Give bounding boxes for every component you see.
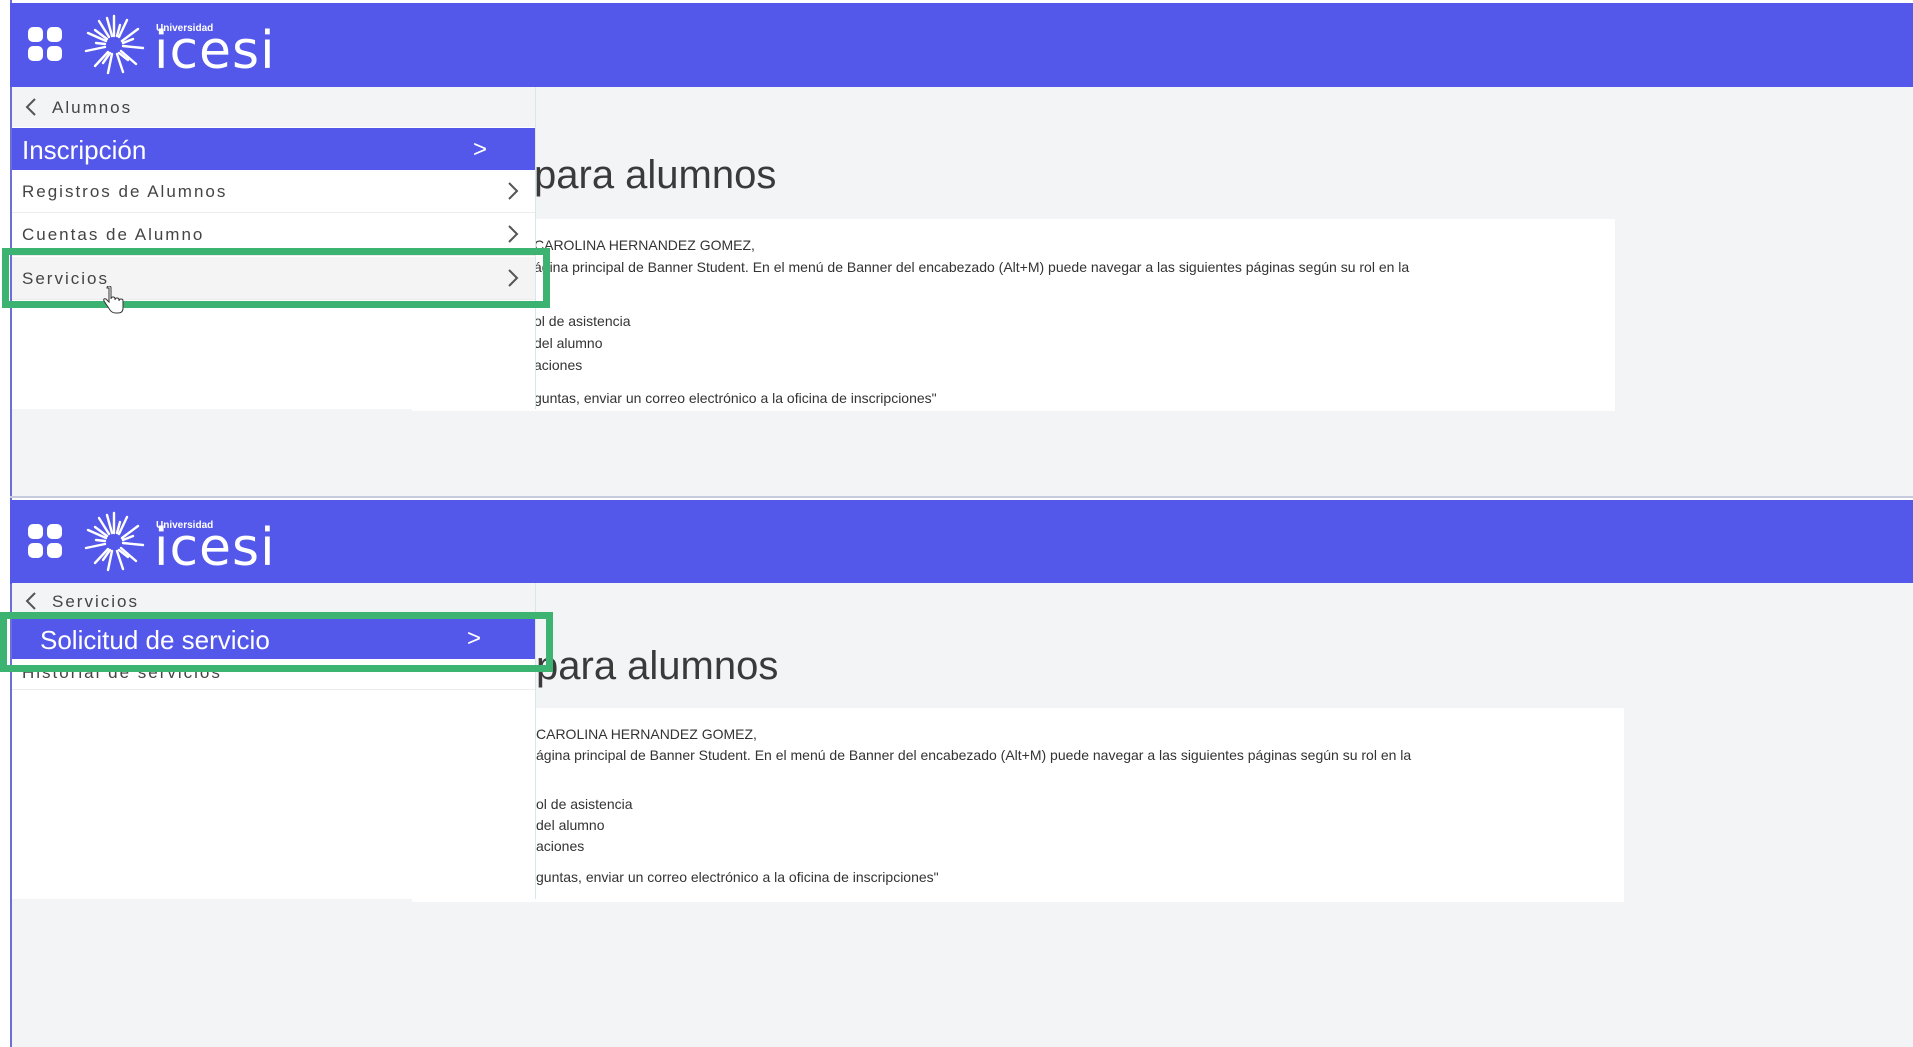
page-title: para alumnos [534,153,777,197]
menu-item-label: Cuentas de Alumno [22,225,205,244]
chevron-left-icon [25,98,36,116]
contact-note: guntas, enviar un correo electrónico a l… [536,869,939,885]
chevron-right-icon [508,225,519,243]
chevron-left-icon [25,592,36,610]
app-grid-icon[interactable] [28,524,64,560]
app-header: Universidad icesi [10,3,1913,87]
welcome-line: CAROLINA HERNANDEZ GOMEZ, [536,726,757,742]
role-link[interactable]: ol de asistencia [534,313,631,329]
role-link[interactable]: del alumno [534,335,603,351]
app-grid-icon[interactable] [28,27,64,63]
welcome-line: ágina principal de Banner Student. En el… [536,747,1412,763]
chevron-right-icon [508,182,519,200]
role-link[interactable]: aciones [534,357,582,373]
role-link[interactable]: ol de asistencia [536,796,633,812]
role-link[interactable]: aciones [536,838,584,854]
highlight-box-servicios [2,248,550,308]
menu-back-label: Servicios [52,592,139,611]
menu-item-label: Registros de Alumnos [22,182,228,201]
screenshot-step-1: Universidad icesi para alumnos CAROLINA … [0,0,1913,496]
role-link[interactable]: del alumno [536,817,605,833]
contact-note: guntas, enviar un correo electrónico a l… [534,390,937,406]
page-title: para alumnos [536,644,779,688]
highlight-box-solicitud-de-servicio [0,612,553,672]
menu-back-button[interactable]: Alumnos [12,87,535,127]
menu-back-label: Alumnos [52,98,133,117]
welcome-line: CAROLINA HERNANDEZ GOMEZ, [534,237,755,253]
app-header: Universidad icesi [10,500,1913,584]
menu-item-inscripcion[interactable]: Inscripción > [12,128,535,170]
icesi-burst-logo-icon [84,511,145,572]
menu-item-registros-de-alumnos[interactable]: Registros de Alumnos [12,170,535,213]
screenshot-step-2: Universidad icesi para alumnos CAROLINA … [0,498,1913,1047]
icesi-burst-logo-icon [84,14,145,75]
welcome-line: ágina principal de Banner Student. En el… [534,259,1410,275]
logo-wordmark: icesi [154,21,276,81]
menu-item-label: Inscripción [22,135,147,165]
hand-pointer-cursor-icon [103,286,124,314]
chevron-right-icon: > [472,136,487,163]
logo-wordmark: icesi [154,518,276,578]
